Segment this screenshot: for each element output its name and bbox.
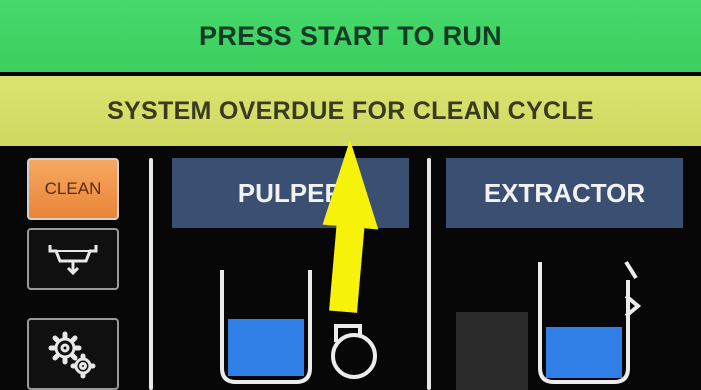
status-banner: PRESS START TO RUN [0,0,701,72]
status-text: PRESS START TO RUN [199,20,502,51]
tab-extractor-label: EXTRACTOR [483,177,646,208]
drain-button[interactable] [27,228,119,290]
arrow-icon [322,139,379,313]
obscured-area [456,312,528,390]
pulper-water-level [228,319,304,376]
extractor-lid-icon [624,260,638,280]
gears-icon [48,331,96,379]
tab-extractor[interactable]: EXTRACTOR [446,158,683,228]
extractor-water-level [546,327,622,378]
divider-left [149,158,153,390]
clean-label: CLEAN [44,179,102,198]
divider-right [427,158,431,390]
alert-text: SYSTEM OVERDUE FOR CLEAN CYCLE [107,96,594,125]
settings-button[interactable] [27,318,119,390]
extractor-diagram [538,260,642,384]
clean-button[interactable]: CLEAN [27,158,119,220]
pump-icon [331,333,377,379]
drain-icon [48,245,98,276]
